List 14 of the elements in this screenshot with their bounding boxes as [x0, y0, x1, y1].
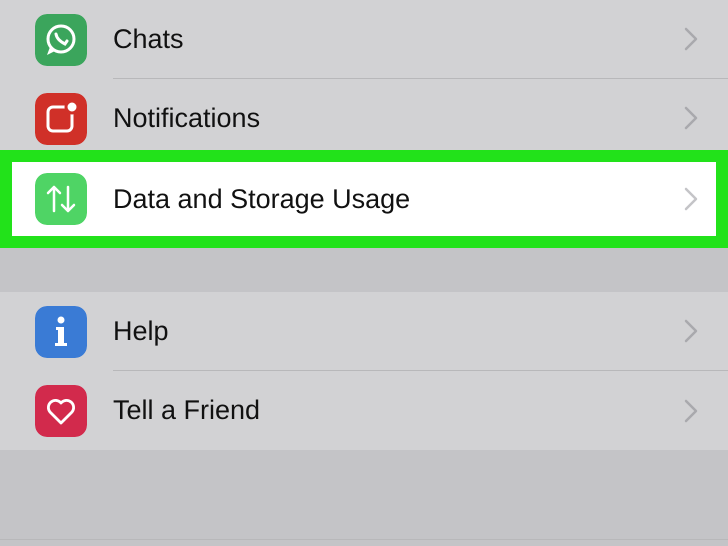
chevron-icon — [684, 187, 698, 211]
settings-row[interactable]: Help — [0, 292, 728, 371]
row-label: Notifications — [113, 102, 260, 135]
row-label: Help — [113, 314, 169, 348]
row-label: Data and Storage Usage — [113, 182, 410, 216]
chevron-icon — [684, 398, 698, 422]
settings-row[interactable]: Chats — [0, 0, 728, 79]
chevron-icon — [684, 27, 698, 51]
row-label: Tell a Friend — [113, 394, 260, 428]
settings-row[interactable]: Tell a Friend — [0, 371, 728, 450]
chevron-icon — [684, 106, 698, 130]
row-label: Chats — [113, 22, 184, 56]
settings-row[interactable]: Data and Storage Usage — [0, 150, 728, 248]
chevron-icon — [684, 319, 698, 343]
